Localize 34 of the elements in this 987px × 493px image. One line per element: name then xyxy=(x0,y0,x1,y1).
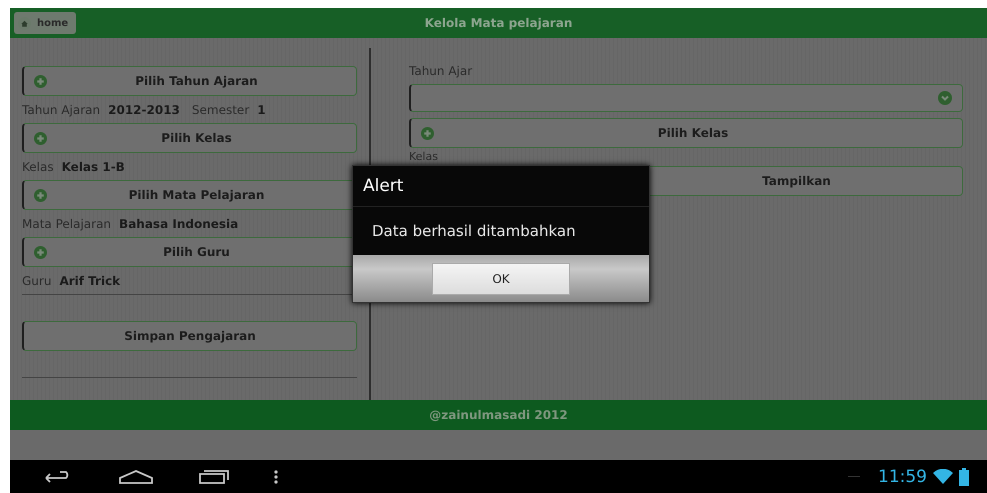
select-button[interactable]: Pilih Tahun Ajaran xyxy=(22,66,357,96)
info-value: 2012-2013 xyxy=(108,102,180,116)
field-label: Tahun Ajar xyxy=(409,64,474,80)
chevron-down-icon xyxy=(938,91,952,105)
dialog-title: Alert xyxy=(353,166,649,207)
footer-text: @zainulmasadi 2012 xyxy=(429,408,568,422)
info-label: Tahun Ajaran xyxy=(22,102,100,116)
info-label: Semester xyxy=(192,102,250,116)
battery-icon xyxy=(959,468,969,486)
ok-button[interactable]: OK xyxy=(432,262,570,294)
info-label: Kelas xyxy=(22,160,54,174)
wifi-icon xyxy=(933,468,953,484)
screen-title: Kelola Mata pelajaran xyxy=(424,16,572,30)
dialog-message: Data berhasil ditambahkan xyxy=(371,221,577,242)
home-button[interactable]: home xyxy=(14,12,76,34)
recent-apps-icon[interactable] xyxy=(198,468,230,484)
field-label: Kelas xyxy=(409,150,439,165)
plus-icon xyxy=(34,188,47,202)
info-value: 1 xyxy=(257,102,266,116)
info-value: Arif Trick xyxy=(59,274,120,288)
plus-icon xyxy=(34,132,47,144)
more-icon[interactable] xyxy=(274,468,278,484)
plus-icon xyxy=(34,246,47,258)
home-icon[interactable] xyxy=(118,468,154,484)
info-value: Kelas 1-B xyxy=(62,160,125,174)
plus-icon xyxy=(34,74,47,88)
select-button[interactable]: Pilih Kelas xyxy=(409,118,963,148)
save-button[interactable]: Simpan Pengajaran xyxy=(22,321,357,351)
plus-icon xyxy=(421,126,434,140)
select-button[interactable]: Pilih Kelas xyxy=(22,123,357,153)
clock-text: 11:59 xyxy=(878,466,927,486)
info-value: Bahasa Indonesia xyxy=(119,216,238,230)
info-label: Guru xyxy=(22,274,52,288)
info-label: Mata Pelajaran xyxy=(22,216,112,230)
